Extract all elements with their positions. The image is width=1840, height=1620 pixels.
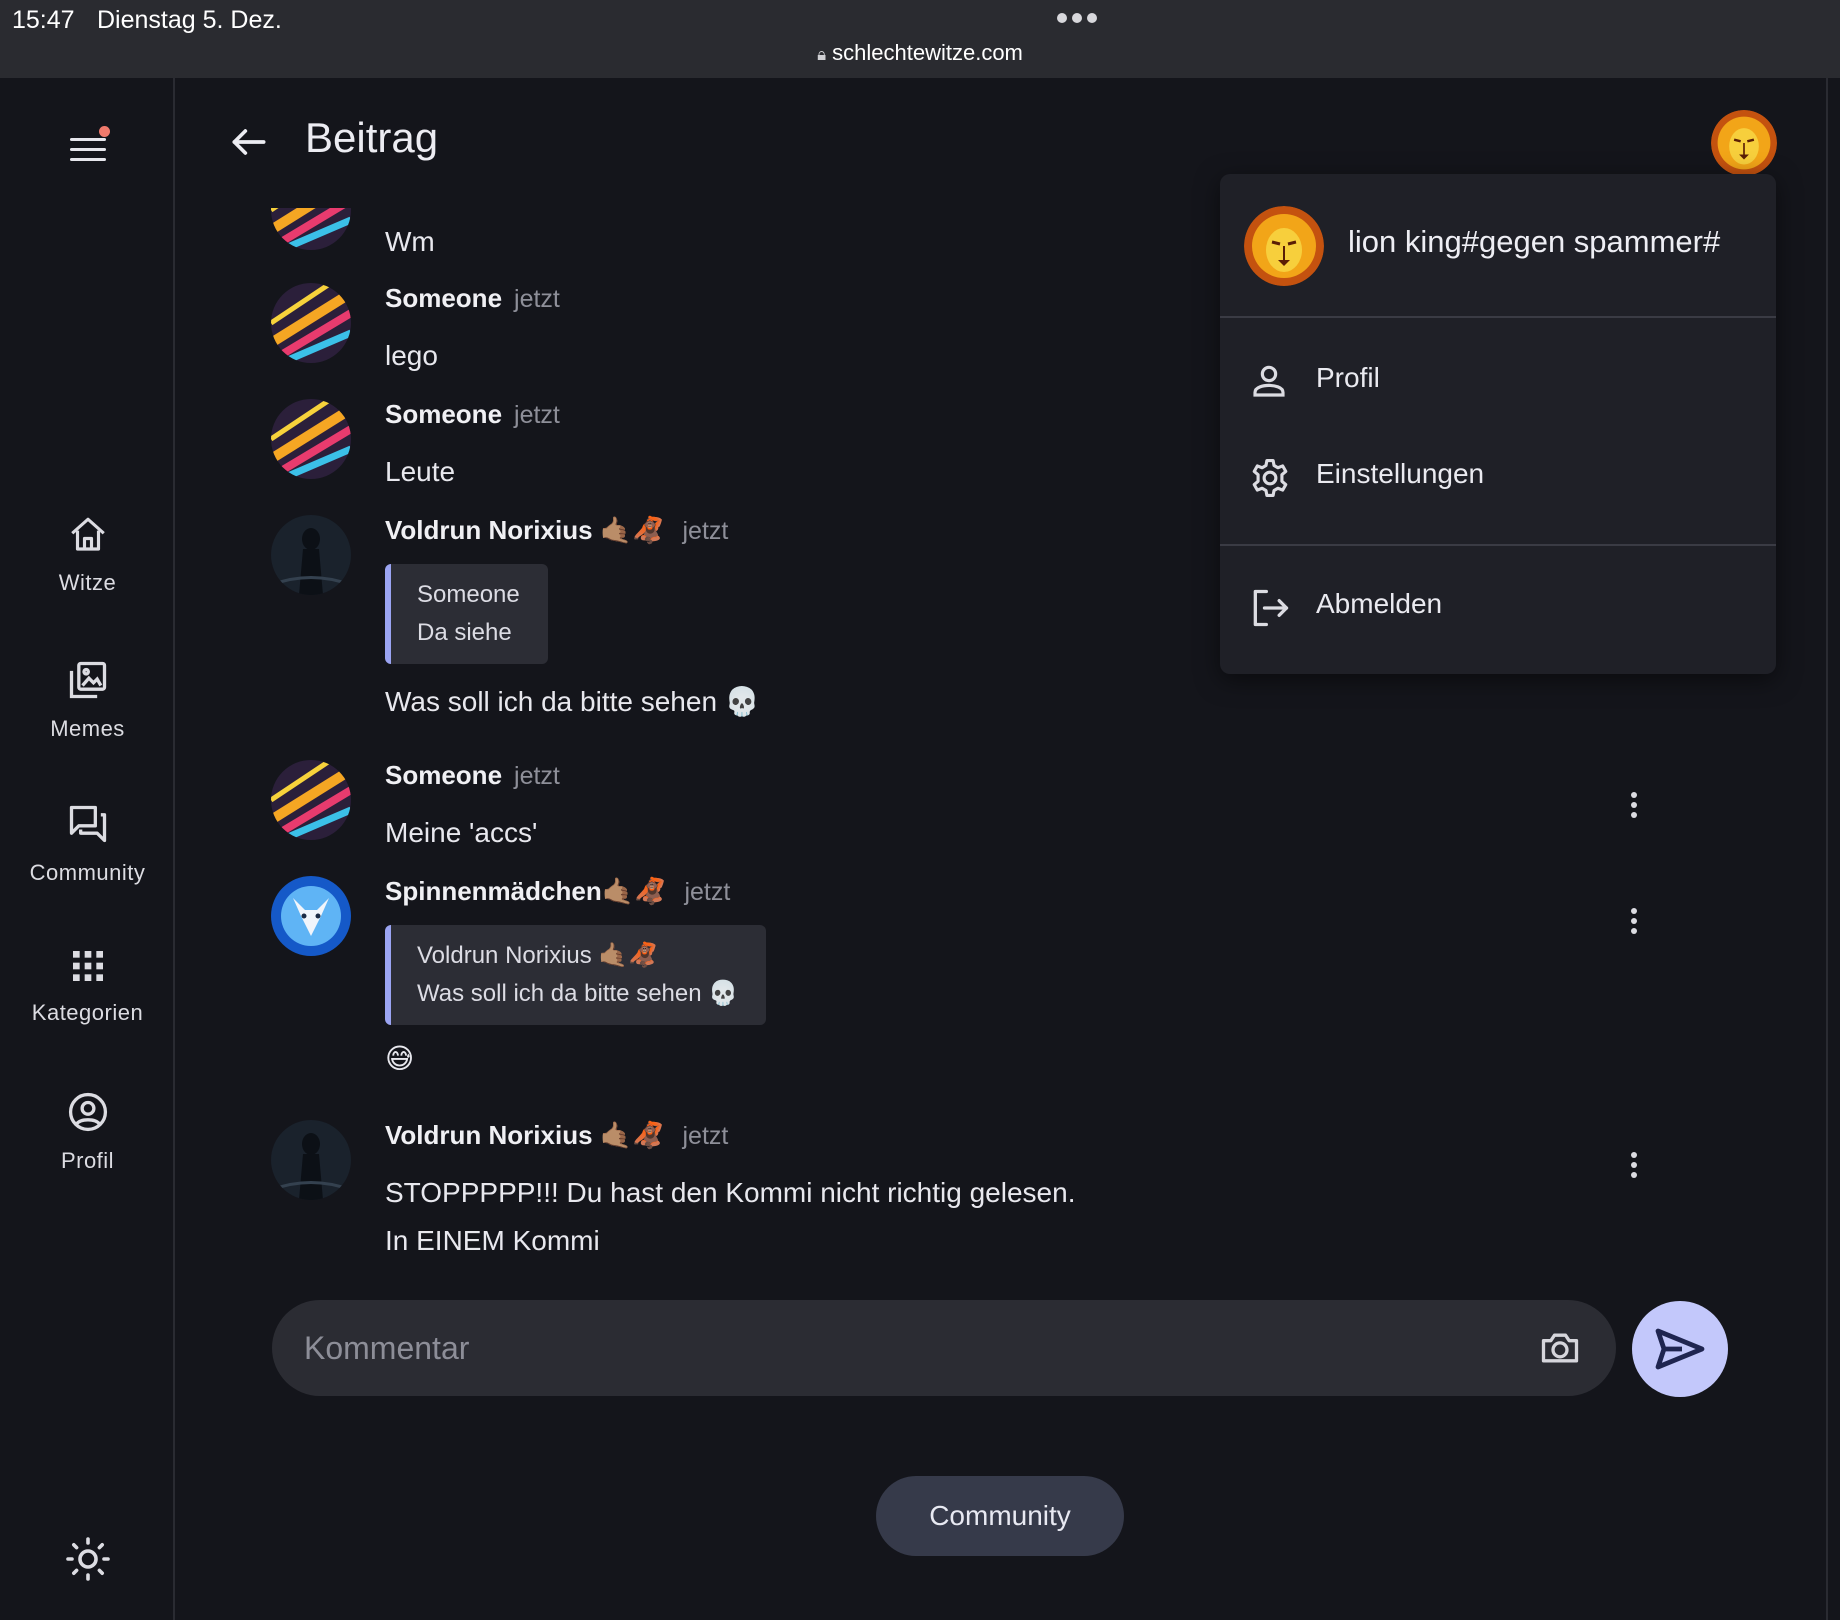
lock-icon: 🔒︎	[817, 45, 827, 64]
arrow-left-icon	[232, 129, 266, 155]
menu-item-label: Profil	[1316, 362, 1380, 393]
account-circle-icon	[68, 1092, 107, 1132]
status-date: Dienstag 5. Dez.	[97, 6, 282, 34]
hamburger-menu-button[interactable]	[66, 126, 110, 170]
comment-text: STOPPPPP!!! Du hast den Kommi nicht rich…	[385, 1177, 1076, 1208]
comment-body: Spinnenmädchen🤙🏽🦧 jetzt Voldrun Norixius …	[385, 876, 1685, 1083]
grid-icon	[72, 951, 103, 981]
browser-more-icon[interactable]	[1057, 13, 1097, 23]
menu-item-einstellungen[interactable]: Einstellungen	[1220, 432, 1776, 522]
url-bar[interactable]: 🔒︎ schlechtewitze.com	[0, 40, 1840, 66]
sidebar-item-label: Community	[29, 860, 146, 885]
more-options-icon[interactable]	[1631, 1152, 1639, 1182]
comment-body: Someone jetzt Meine 'accs'	[385, 760, 1685, 857]
image-stack-icon	[69, 661, 106, 699]
send-button[interactable]	[1632, 1301, 1728, 1397]
sidebar-item-community[interactable]: Community	[0, 802, 175, 886]
avatar	[1244, 206, 1324, 286]
comment-author[interactable]: Spinnenmädchen🤙🏽🦧	[385, 876, 666, 906]
sidebar-item-label: Witze	[58, 570, 117, 595]
sidebar-item-label: Kategorien	[31, 1000, 144, 1025]
comment-time: jetzt	[682, 1122, 729, 1150]
comment-input-bar	[272, 1300, 1616, 1396]
comment-author[interactable]: Someone	[385, 283, 502, 313]
sidebar-item-profil[interactable]: Profil	[0, 1090, 175, 1174]
menu-item-label: Abmelden	[1316, 588, 1443, 619]
menu-item-profil[interactable]: Profil	[1220, 336, 1776, 426]
sidebar-item-memes[interactable]: Memes	[0, 658, 175, 742]
avatar	[271, 515, 351, 595]
sidebar-item-witze[interactable]: Witze	[0, 514, 175, 596]
comment-time: jetzt	[514, 401, 560, 429]
status-time: 15:47	[12, 6, 75, 34]
username: lion king#gegen spammer#	[1348, 224, 1721, 259]
camera-icon	[1541, 1333, 1579, 1363]
avatar	[271, 399, 351, 479]
comment-author[interactable]: Someone	[385, 760, 502, 790]
comment-time: jetzt	[684, 878, 731, 906]
more-options-icon[interactable]	[1631, 908, 1639, 938]
notification-dot	[99, 126, 110, 137]
avatar	[271, 876, 351, 956]
quoted-reply[interactable]: Voldrun Norixius 🤙🏽🦧 Was soll ich da bit…	[385, 925, 767, 1025]
user-menu-header: lion king#gegen spammer#	[1220, 174, 1776, 318]
menu-item-abmelden[interactable]: Abmelden	[1220, 562, 1776, 652]
person-icon	[1253, 365, 1285, 397]
menu-item-label: Einstellungen	[1316, 458, 1485, 489]
quote-text: Was soll ich da bitte sehen 💀	[417, 980, 739, 1007]
avatar	[271, 208, 351, 250]
quote-text: Da siehe	[417, 619, 512, 646]
avatar	[271, 283, 351, 363]
camera-button[interactable]	[1538, 1326, 1582, 1375]
sidebar-item-kategorien[interactable]: Kategorien	[0, 946, 175, 1026]
home-icon	[70, 517, 105, 551]
more-options-icon[interactable]	[1631, 792, 1639, 822]
page-title: Beitrag	[305, 114, 439, 161]
sidebar-item-label: Memes	[50, 716, 125, 741]
comment-time: jetzt	[682, 517, 729, 545]
back-button[interactable]	[227, 120, 271, 169]
theme-toggle-button[interactable]	[64, 1535, 112, 1588]
comment-author[interactable]: Voldrun Norixius 🤙🏽🦧	[385, 1120, 665, 1150]
system-status-bar: 15:47 Dienstag 5. Dez. 🔒︎ schlechtewitze.…	[0, 0, 1840, 78]
menu-divider	[1220, 544, 1776, 546]
user-avatar-button[interactable]	[1711, 110, 1777, 176]
comment-input[interactable]	[304, 1300, 1484, 1396]
comment-text: 😅	[385, 1043, 415, 1074]
gear-icon	[1252, 459, 1288, 497]
logout-icon	[1253, 589, 1289, 627]
scrollbar[interactable]	[1826, 78, 1840, 1620]
community-button[interactable]: Community	[876, 1476, 1124, 1556]
quote-author: Voldrun Norixius 🤙🏽🦧	[417, 942, 659, 969]
avatar	[271, 760, 351, 840]
sun-icon	[66, 1537, 110, 1581]
quote-author: Someone	[417, 581, 520, 608]
lion-avatar	[1711, 110, 1777, 176]
avatar	[271, 1120, 351, 1200]
comment-author[interactable]: Voldrun Norixius 🤙🏽🦧	[385, 515, 665, 545]
sidebar-item-label: Profil	[60, 1148, 115, 1173]
comment-text: Meine 'accs'	[385, 817, 538, 848]
comment-time: jetzt	[514, 762, 560, 790]
forum-icon	[69, 805, 106, 843]
comment-author[interactable]: Someone	[385, 399, 502, 429]
sidebar: Witze Memes Community Kategorien Profil	[0, 78, 175, 1620]
comment-time: jetzt	[514, 285, 560, 313]
quoted-reply[interactable]: Someone Da siehe	[385, 564, 548, 664]
url-text: schlechtewitze.com	[832, 40, 1023, 65]
comment-text: Was soll ich da bitte sehen 💀	[385, 686, 760, 717]
comment-text: In EINEM Kommi	[385, 1225, 600, 1256]
send-icon	[1655, 1328, 1705, 1370]
comment-body: Voldrun Norixius 🤙🏽🦧 jetzt STOPPPPP!!! Du…	[385, 1120, 1685, 1265]
user-menu-dropdown: lion king#gegen spammer# Profil Einstell…	[1220, 174, 1776, 674]
